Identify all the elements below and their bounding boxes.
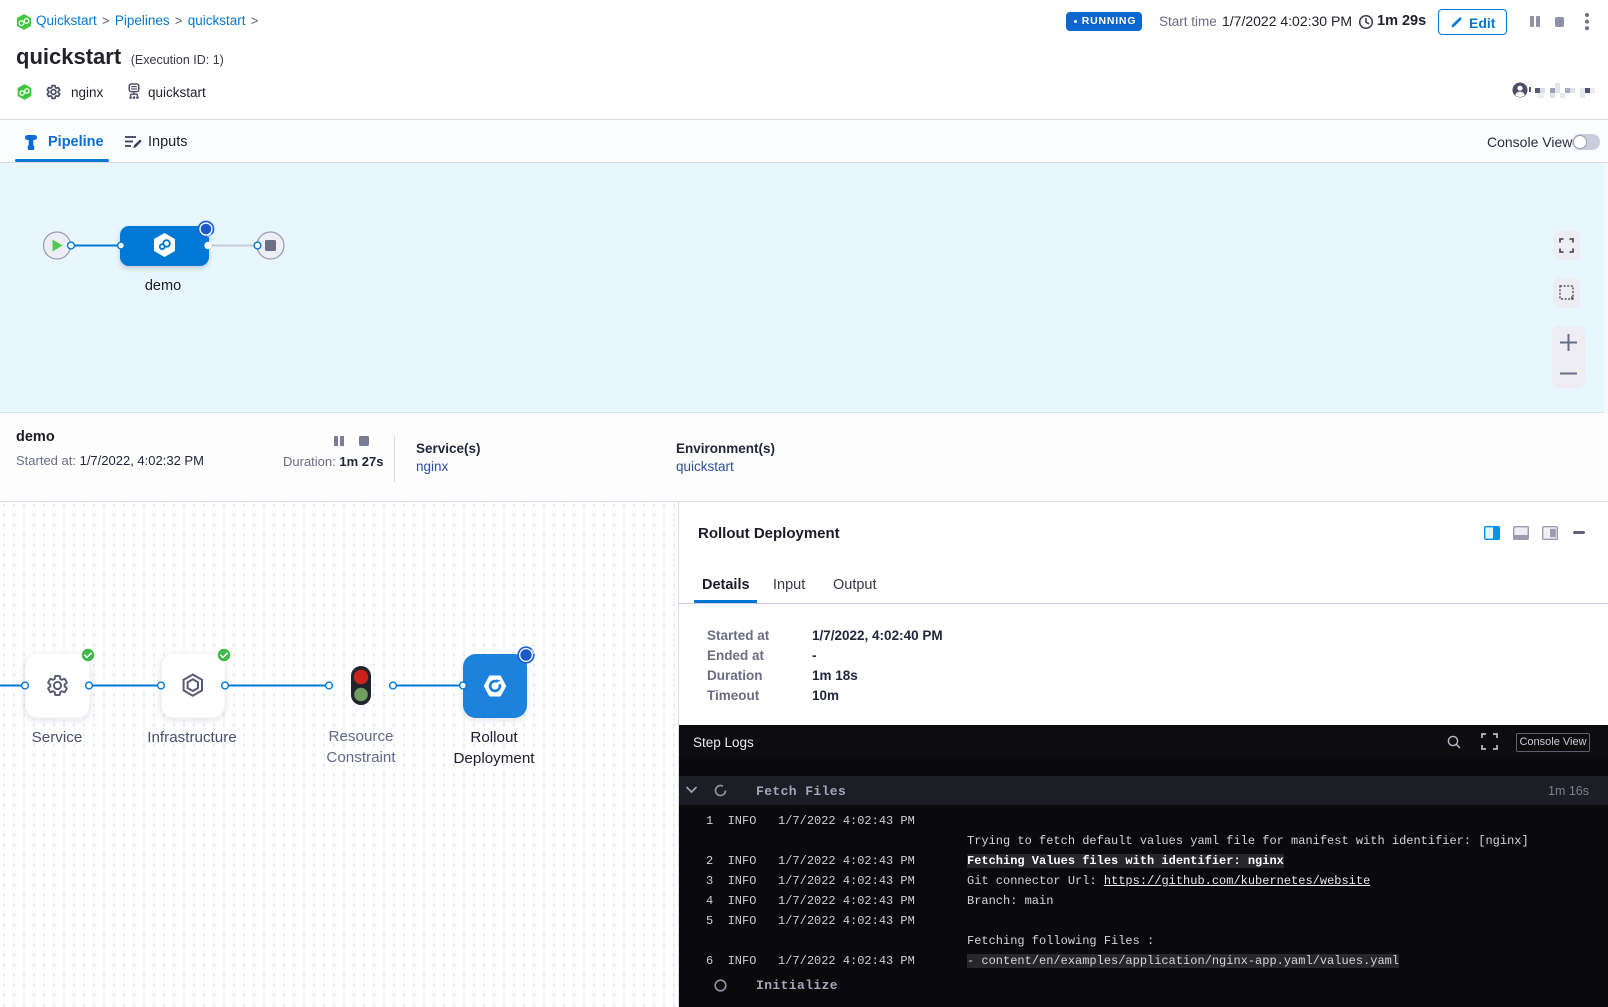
svg-text:Constraint: Constraint <box>326 749 396 766</box>
svg-text:demo: demo <box>145 278 181 294</box>
svg-text:Service: Service <box>32 729 83 746</box>
svg-text:Infrastructure: Infrastructure <box>147 729 236 746</box>
svg-text:Resource: Resource <box>329 728 394 745</box>
svg-text:Rollout: Rollout <box>470 729 518 746</box>
svg-text:Deployment: Deployment <box>453 750 535 767</box>
